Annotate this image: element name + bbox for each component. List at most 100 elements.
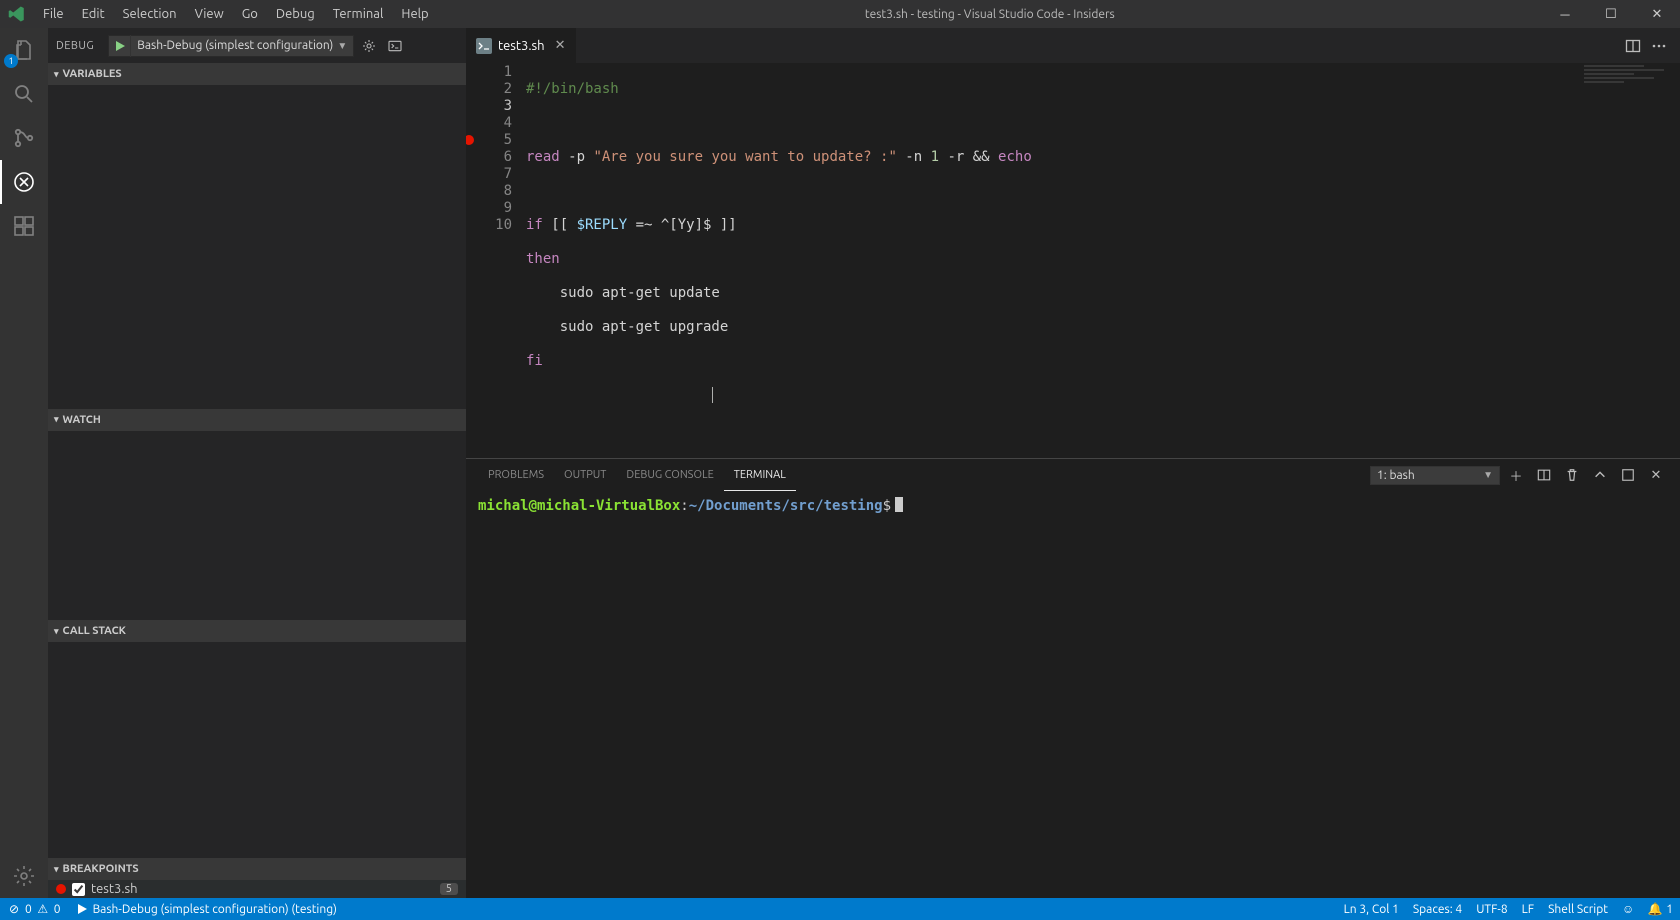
code-text: -p	[560, 149, 594, 165]
minimize-button[interactable]: ─	[1542, 0, 1588, 28]
source-control-icon[interactable]	[0, 116, 48, 160]
line-number: 1	[466, 64, 512, 81]
explorer-icon[interactable]: 1	[0, 28, 48, 72]
breakpoint-checkbox[interactable]	[72, 883, 85, 896]
debug-sidebar: DEBUG Bash-Debug (simplest configuration…	[48, 28, 466, 898]
start-debugging-button[interactable]	[109, 35, 131, 57]
code-text: ^[Yy]$	[661, 217, 712, 233]
status-feedback-icon[interactable]: ☺	[1615, 898, 1641, 920]
split-editor-icon[interactable]	[1620, 33, 1646, 59]
code-content[interactable]: #!/bin/bash read -p "Are you sure you wa…	[526, 63, 1680, 458]
search-icon[interactable]	[0, 72, 48, 116]
status-problems[interactable]: ⊘ 0 ⚠ 0	[0, 898, 68, 920]
maximize-panel-icon[interactable]	[1616, 463, 1640, 487]
kill-terminal-icon[interactable]	[1560, 463, 1584, 487]
watch-panel: ▾ WATCH	[48, 409, 466, 621]
tab-output[interactable]: OUTPUT	[554, 459, 616, 491]
settings-gear-icon[interactable]	[0, 854, 48, 898]
play-icon	[75, 902, 89, 916]
line-number: 4	[466, 115, 512, 132]
status-eol[interactable]: LF	[1515, 898, 1541, 920]
variables-label: VARIABLES	[63, 68, 122, 80]
breakpoints-panel: ▾ BREAKPOINTS test3.sh 5	[48, 858, 466, 898]
menu-view[interactable]: View	[186, 0, 233, 28]
watch-label: WATCH	[63, 414, 101, 426]
explorer-badge: 1	[4, 54, 18, 68]
debug-config-select[interactable]: Bash-Debug (simplest configuration) ▼	[131, 39, 353, 52]
activity-bar: 1	[0, 28, 48, 898]
window-controls: ─ ☐ ✕	[1542, 0, 1680, 28]
status-cursor-position[interactable]: Ln 3, Col 1	[1337, 898, 1406, 920]
status-encoding[interactable]: UTF-8	[1469, 898, 1514, 920]
menu-edit[interactable]: Edit	[73, 0, 114, 28]
split-terminal-icon[interactable]	[1532, 463, 1556, 487]
menu-help[interactable]: Help	[392, 0, 437, 28]
menu-file[interactable]: File	[34, 0, 73, 28]
code-text: then	[526, 251, 560, 267]
chevron-down-icon: ▾	[54, 69, 59, 80]
code-text: sudo apt-get update	[526, 285, 720, 301]
error-icon: ⊘	[7, 902, 21, 916]
code-text: fi	[526, 353, 543, 369]
close-tab-icon[interactable]: ✕	[555, 38, 566, 53]
code-text: ]]	[711, 217, 736, 233]
debug-settings-icon[interactable]	[358, 35, 380, 57]
line-gutter[interactable]: 1 2 3 4 5 6 7 8 9 10	[466, 63, 526, 458]
chevron-down-icon: ▾	[54, 864, 59, 875]
close-window-button[interactable]: ✕	[1634, 0, 1680, 28]
extensions-icon[interactable]	[0, 204, 48, 248]
tab-terminal[interactable]: TERMINAL	[724, 459, 796, 491]
status-notifications[interactable]: 🔔 1	[1641, 898, 1680, 920]
watch-heading[interactable]: ▾ WATCH	[48, 409, 466, 431]
tab-label: test3.sh	[498, 39, 545, 53]
main-layout: 1 DEBUG Bash-Debug (simplest confi	[0, 28, 1680, 898]
menu-selection[interactable]: Selection	[114, 0, 186, 28]
breakpoints-heading[interactable]: ▾ BREAKPOINTS	[48, 858, 466, 880]
menu-terminal[interactable]: Terminal	[324, 0, 393, 28]
chevron-down-icon: ▾	[54, 414, 59, 425]
text-cursor	[712, 387, 713, 403]
chevron-down-icon: ▼	[1483, 469, 1493, 481]
line-number: 2	[466, 81, 512, 98]
bell-icon: 🔔	[1648, 902, 1662, 916]
close-panel-icon[interactable]: ✕	[1644, 463, 1668, 487]
editor-pane[interactable]: 1 2 3 4 5 6 7 8 9 10 #!/bin/bash read -p…	[466, 63, 1680, 458]
new-terminal-icon[interactable]: ＋	[1504, 463, 1528, 487]
menu-debug[interactable]: Debug	[267, 0, 324, 28]
maximize-button[interactable]: ☐	[1588, 0, 1634, 28]
terminal-user: michal@michal-VirtualBox	[478, 498, 680, 514]
status-indentation[interactable]: Spaces: 4	[1406, 898, 1469, 920]
variables-body	[48, 85, 466, 409]
terminal-shell-select[interactable]: 1: bash ▼	[1370, 466, 1500, 485]
terminal-content[interactable]: michal@michal-VirtualBox:~/Documents/src…	[466, 491, 1680, 898]
debug-icon[interactable]	[0, 160, 48, 204]
tab-debug-console[interactable]: DEBUG CONSOLE	[616, 459, 723, 491]
terminal-shell-label: 1: bash	[1377, 469, 1415, 482]
watch-body	[48, 431, 466, 621]
minimap[interactable]	[1570, 63, 1680, 458]
line-number: 7	[466, 166, 512, 183]
debug-console-icon[interactable]	[384, 35, 406, 57]
terminal-cursor	[895, 497, 903, 512]
chevron-up-icon[interactable]	[1588, 463, 1612, 487]
more-actions-icon[interactable]	[1646, 33, 1672, 59]
variables-panel: ▾ VARIABLES	[48, 63, 466, 409]
editor-tab-actions	[1620, 28, 1680, 63]
variables-heading[interactable]: ▾ VARIABLES	[48, 63, 466, 85]
callstack-label: CALL STACK	[63, 625, 126, 637]
code-text: read	[526, 149, 560, 165]
debug-title: DEBUG	[56, 40, 94, 52]
tab-problems[interactable]: PROBLEMS	[478, 459, 554, 491]
status-notifications-count: 1	[1666, 903, 1673, 916]
status-language[interactable]: Shell Script	[1541, 898, 1615, 920]
editor-tabs: test3.sh ✕	[466, 28, 1680, 63]
menu-go[interactable]: Go	[233, 0, 267, 28]
editor-tab-active[interactable]: test3.sh ✕	[466, 28, 577, 63]
breakpoint-row[interactable]: test3.sh 5	[48, 880, 466, 898]
status-debug-launch[interactable]: Bash-Debug (simplest configuration) (tes…	[68, 898, 344, 920]
callstack-body	[48, 642, 466, 858]
editor-area: test3.sh ✕ 1 2 3 4 5 6 7 8	[466, 28, 1680, 898]
callstack-heading[interactable]: ▾ CALL STACK	[48, 620, 466, 642]
debug-config-label: Bash-Debug (simplest configuration)	[137, 39, 333, 52]
terminal-dollar: $	[883, 498, 891, 514]
